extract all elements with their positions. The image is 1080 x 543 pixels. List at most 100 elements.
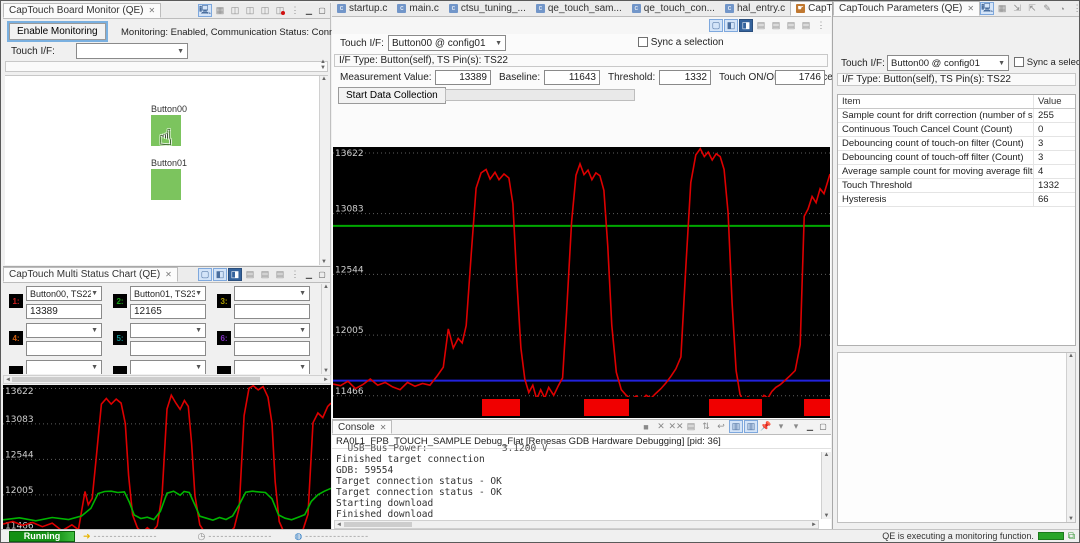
scroll-left-icon[interactable]: ◄ <box>5 376 11 384</box>
channel-select[interactable]: ▼ <box>130 323 206 338</box>
sync-selection-checkbox[interactable]: Sync a selection <box>638 37 724 48</box>
maximize-icon[interactable]: ▢ <box>316 5 328 16</box>
channel-select[interactable]: ▼ <box>26 360 102 374</box>
table-header[interactable]: ItemValue <box>838 95 1075 109</box>
enable-monitoring-icon[interactable]: 🖳 <box>198 4 212 17</box>
chart-tool-icon[interactable]: ▤ <box>273 268 287 281</box>
button01-pad[interactable] <box>151 169 181 200</box>
chart-tool-icon[interactable]: ▤ <box>799 19 813 32</box>
scroll-down-icon[interactable]: ▼ <box>321 259 327 265</box>
scroll-right-icon[interactable]: ► <box>323 376 329 384</box>
chart-tool-icon[interactable]: ▤ <box>754 19 768 32</box>
chart-tool-icon[interactable]: ▤ <box>243 268 257 281</box>
monitoring-icon[interactable]: 🖳 <box>980 2 994 15</box>
table-row[interactable]: Debouncing count of touch-off filter (Co… <box>838 151 1075 165</box>
board-select-icon[interactable]: ▦ <box>213 4 227 17</box>
console-output[interactable]: USB Bus Power: 3.1200 VFinished target c… <box>332 444 831 517</box>
chart-tool-icon[interactable]: ◧ <box>724 19 738 32</box>
channel-select[interactable]: ▼ <box>234 360 310 374</box>
view-option-icon[interactable]: ◫ <box>258 4 272 17</box>
close-icon[interactable]: ✕ <box>149 6 156 15</box>
chart-tool-icon[interactable]: ◧ <box>213 268 227 281</box>
show-stderr-icon[interactable]: ▥ <box>744 420 758 433</box>
background-jobs-icon[interactable]: ⧉ <box>1068 531 1075 542</box>
chart-tool-icon[interactable]: ◨ <box>228 268 242 281</box>
close-icon[interactable]: ✕ <box>967 4 974 13</box>
threshold-field[interactable]: 1332 <box>659 70 711 85</box>
scroll-down-icon[interactable]: ▼ <box>323 368 329 374</box>
view-option-icon[interactable]: ◫ <box>228 4 242 17</box>
tab-qe-touch-sample[interactable]: cqe_touch_sam... <box>531 1 627 16</box>
slot-grid-hscrollbar[interactable]: ◄ ► <box>3 375 331 384</box>
terminate-icon[interactable]: ■ <box>639 420 653 433</box>
display-console-icon[interactable]: ▾ <box>789 420 803 433</box>
channel-select[interactable]: ▼ <box>234 286 310 301</box>
minimize-icon[interactable]: ▁ <box>303 269 315 280</box>
chart-tool-icon[interactable]: ▤ <box>784 19 798 32</box>
tab-hal-entry-c[interactable]: chal_entry.c <box>720 1 790 16</box>
detail-scrollbar[interactable]: ▲▼ <box>1066 353 1075 522</box>
close-icon[interactable]: ✕ <box>380 423 387 432</box>
slot-grid-scrollbar[interactable]: ▲▼ <box>321 284 330 374</box>
channel-value[interactable]: 12165 <box>130 304 206 319</box>
table-row[interactable]: Hysteresis66 <box>838 193 1075 207</box>
channel-select[interactable]: ▼ <box>130 360 206 374</box>
table-row[interactable]: Continuous Touch Cancel Count (Count)0 <box>838 123 1075 137</box>
touch-if-select[interactable]: Button00 @ config01▼ <box>388 35 506 51</box>
tab-main-c[interactable]: cmain.c <box>392 1 443 16</box>
sync-selection-checkbox[interactable]: Sync a selection <box>1014 57 1080 68</box>
pin-console-icon[interactable]: 📌 <box>759 420 773 433</box>
view-menu-icon[interactable]: ⋮ <box>1070 2 1080 15</box>
table-row[interactable]: Sample count for drift correction (numbe… <box>838 109 1075 123</box>
touch-if-select[interactable]: ▼ <box>76 43 188 59</box>
tab-captouch-board-monitor[interactable]: CapTouch Board Monitor (QE) ✕ <box>3 3 161 18</box>
remove-launch-icon[interactable]: ✕ <box>654 420 668 433</box>
scroll-up-icon[interactable]: ▲ <box>323 284 329 290</box>
remove-all-launches-icon[interactable]: ✕✕ <box>669 420 683 433</box>
tab-captouch-multi-status-chart[interactable]: CapTouch Multi Status Chart (QE) ✕ <box>3 267 178 282</box>
measurement-value-field[interactable]: 13389 <box>435 70 491 85</box>
write-params-icon[interactable]: ✎ <box>1040 2 1054 15</box>
channel-select[interactable]: Button00, TS22 @ c▼ <box>26 286 102 301</box>
tab-qe-touch-config[interactable]: cqe_touch_con... <box>627 1 720 16</box>
touch-diff-field[interactable]: 1746 <box>775 70 825 85</box>
chart-tool-icon[interactable]: ▢ <box>198 268 212 281</box>
table-row[interactable]: Average sample count for moving average … <box>838 165 1075 179</box>
view-option-icon[interactable]: ◫ <box>243 4 257 17</box>
channel-value[interactable] <box>234 341 310 356</box>
console-scrollbar[interactable]: ▲▼ <box>821 452 831 519</box>
show-stdout-icon[interactable]: ▥ <box>729 420 743 433</box>
scroll-down-icon[interactable]: ▼ <box>1068 516 1074 522</box>
scroll-up-icon[interactable]: ▲▼ <box>320 59 326 71</box>
scroll-right-icon[interactable]: ► <box>811 521 817 529</box>
enable-monitoring-button[interactable]: Enable Monitoring <box>9 23 106 40</box>
channel-select[interactable]: ▼ <box>234 323 310 338</box>
touch-if-select[interactable]: Button00 @ config01▼ <box>887 55 1009 71</box>
import-params-icon[interactable]: ⇲ <box>1010 2 1024 15</box>
view-menu-icon[interactable]: ⋮ <box>288 4 302 17</box>
baseline-field[interactable]: 11643 <box>544 70 600 85</box>
channel-select[interactable]: Button01, TS23 @ c▼ <box>130 286 206 301</box>
channel-value[interactable]: 13389 <box>26 304 102 319</box>
maximize-icon[interactable]: ▢ <box>316 269 328 280</box>
tab-startup-c[interactable]: cstartup.c <box>332 1 392 16</box>
minimize-icon[interactable]: ▁ <box>804 421 816 432</box>
export-params-icon[interactable]: ⇱ <box>1025 2 1039 15</box>
channel-value[interactable] <box>130 341 206 356</box>
close-icon[interactable]: ✕ <box>165 270 172 279</box>
scroll-left-icon[interactable]: ◄ <box>336 521 342 529</box>
word-wrap-icon[interactable]: ↩ <box>714 420 728 433</box>
view-menu-icon[interactable]: ⋮ <box>288 268 302 281</box>
scroll-lock-icon[interactable]: ⇅ <box>699 420 713 433</box>
channel-value[interactable] <box>234 304 310 319</box>
tab-ctsu-tuning[interactable]: cctsu_tuning_... <box>444 1 531 16</box>
minimize-icon[interactable]: ▁ <box>303 5 315 16</box>
chart-tool-icon[interactable]: ◨ <box>739 19 753 32</box>
start-data-collection-button[interactable]: Start Data Collection <box>338 87 446 104</box>
scroll-up-icon[interactable]: ▲ <box>1068 353 1074 359</box>
scroll-down-icon[interactable]: ▼ <box>824 513 830 519</box>
scroll-up-icon[interactable]: ▲ <box>321 76 327 82</box>
record-icon[interactable]: ◫ <box>273 4 287 17</box>
channel-select[interactable]: ▼ <box>26 323 102 338</box>
chart-tool-icon[interactable]: ▤ <box>258 268 272 281</box>
